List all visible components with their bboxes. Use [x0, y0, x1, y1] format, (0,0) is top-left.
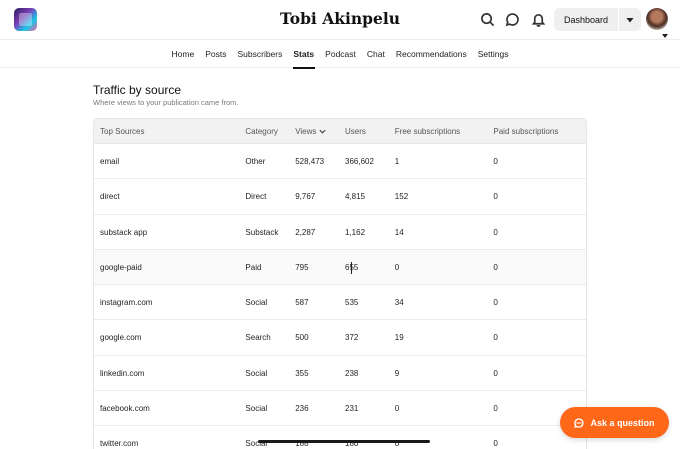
cell-source: google.com [100, 333, 142, 343]
cell-paid: 0 [493, 333, 498, 343]
nav-item-chat[interactable]: Chat [361, 40, 390, 68]
nav-item-posts[interactable]: Posts [200, 40, 232, 68]
cell-free: 19 [394, 333, 404, 343]
cell-category: Paid [245, 262, 262, 272]
cell-users: 366,602 [345, 157, 374, 166]
main-nav: Home Posts Subscribers Stats Podcast Cha… [0, 40, 680, 69]
cell-source: direct [100, 192, 120, 202]
nav-item-podcast[interactable]: Podcast [320, 40, 362, 68]
cell-category: Direct [245, 192, 267, 202]
ask-question-button[interactable]: Ask a question [560, 407, 669, 438]
cell-source: google-paid [100, 262, 142, 272]
nav-item-recommendations[interactable]: Recommendations [390, 40, 472, 68]
cell-paid: 0 [493, 298, 498, 308]
sort-desc-icon [319, 129, 327, 134]
cell-users: 180 [345, 439, 359, 449]
nav-item-subscribers[interactable]: Subscribers [232, 40, 288, 68]
cell-free: 1 [394, 157, 400, 166]
cell-users: 655 [345, 250, 395, 284]
cell-free: 0 [394, 439, 400, 449]
dashboard-menu-button[interactable] [619, 8, 641, 31]
caret-down-icon [626, 17, 634, 22]
cell-source: twitter.com [100, 439, 139, 449]
cell-free: 152 [394, 192, 409, 202]
cell-source: email [100, 157, 120, 166]
cell-paid: 0 [493, 157, 498, 166]
horizontal-scrollbar[interactable] [258, 440, 430, 443]
cell-users: 231 [345, 404, 359, 414]
cell-users: 372 [345, 333, 359, 343]
nav-item-home[interactable]: Home [166, 40, 200, 68]
cell-source: facebook.com [100, 404, 150, 414]
cell-free: 9 [394, 368, 400, 378]
avatar-caret-icon [662, 25, 668, 38]
cell-views: 9,767 [295, 192, 316, 202]
section-subtitle: Where views to your publication came fro… [93, 98, 239, 107]
nav-item-stats[interactable]: Stats [288, 40, 320, 69]
cell-source: substack app [100, 227, 148, 237]
cell-category: Social [245, 298, 268, 308]
table-row[interactable]: facebook.com Social 236 231 0 0 [94, 391, 586, 427]
cell-paid: 0 [493, 227, 498, 237]
cell-views: 500 [295, 333, 309, 343]
table-row[interactable]: google-paid Paid 795 655 0 0 [94, 249, 586, 286]
cell-views: 188 [295, 439, 309, 449]
table-row[interactable]: instagram.com Social 587 535 34 0 [94, 285, 586, 321]
cell-users: 238 [345, 368, 359, 378]
cell-views: 795 [295, 262, 309, 272]
cell-users: 1,162 [345, 227, 366, 237]
column-header-paid-subscriptions[interactable]: Paid subscriptions [493, 119, 586, 143]
cell-paid: 0 [493, 262, 498, 272]
cell-views: 236 [295, 404, 309, 414]
cell-free: 34 [394, 298, 404, 308]
cell-free: 14 [394, 227, 404, 237]
column-header-top-sources[interactable]: Top Sources [94, 119, 245, 143]
cell-users: 535 [345, 298, 359, 308]
table-row[interactable]: email Other 528,473 366,602 1 0 [94, 144, 586, 180]
cell-users: 4,815 [345, 192, 366, 202]
cell-free: 0 [394, 262, 400, 272]
table-row[interactable]: google.com Search 500 372 19 0 [94, 320, 586, 356]
dashboard-button[interactable]: Dashboard [554, 8, 618, 31]
ask-question-label: Ask a question [590, 417, 655, 428]
table-header: Top Sources Category Views Users Free su… [94, 119, 586, 144]
cell-views: 355 [295, 368, 309, 378]
nav-item-settings[interactable]: Settings [472, 40, 514, 68]
top-bar: Tobi Akinpelu Dashboard [0, 0, 680, 40]
cell-source: instagram.com [100, 298, 153, 308]
cell-views: 587 [295, 298, 309, 308]
cell-category: Substack [245, 227, 279, 237]
column-header-views-label: Views [295, 127, 317, 136]
cell-category: Search [245, 333, 271, 343]
table-row[interactable]: direct Direct 9,767 4,815 152 0 [94, 179, 586, 215]
chat-bubble-icon [574, 417, 585, 428]
column-header-category[interactable]: Category [245, 119, 295, 143]
cell-category: Social [245, 404, 268, 414]
column-header-users[interactable]: Users [345, 119, 395, 143]
table-row[interactable]: linkedin.com Social 355 238 9 0 [94, 355, 586, 392]
search-icon[interactable] [478, 10, 496, 28]
table-row[interactable]: substack app Substack 2,287 1,162 14 0 [94, 214, 586, 250]
cell-paid: 0 [493, 368, 498, 378]
cell-paid: 0 [493, 192, 498, 202]
cell-views: 2,287 [295, 227, 316, 237]
traffic-table: Top Sources Category Views Users Free su… [93, 118, 587, 449]
table-row[interactable]: twitter.com Social 188 180 0 0 [94, 426, 586, 449]
text-cursor [351, 262, 352, 274]
chat-icon[interactable] [503, 10, 521, 28]
cell-views: 528,473 [295, 157, 325, 166]
column-header-views[interactable]: Views [295, 119, 345, 143]
cell-source: linkedin.com [100, 368, 145, 378]
cell-free: 0 [394, 404, 400, 414]
section-title: Traffic by source [93, 83, 182, 97]
cell-category: Other [245, 157, 266, 166]
cell-category: Social [245, 439, 268, 449]
bell-icon[interactable] [529, 10, 547, 28]
cell-category: Social [245, 368, 268, 378]
column-header-free-subscriptions[interactable]: Free subscriptions [395, 119, 494, 143]
